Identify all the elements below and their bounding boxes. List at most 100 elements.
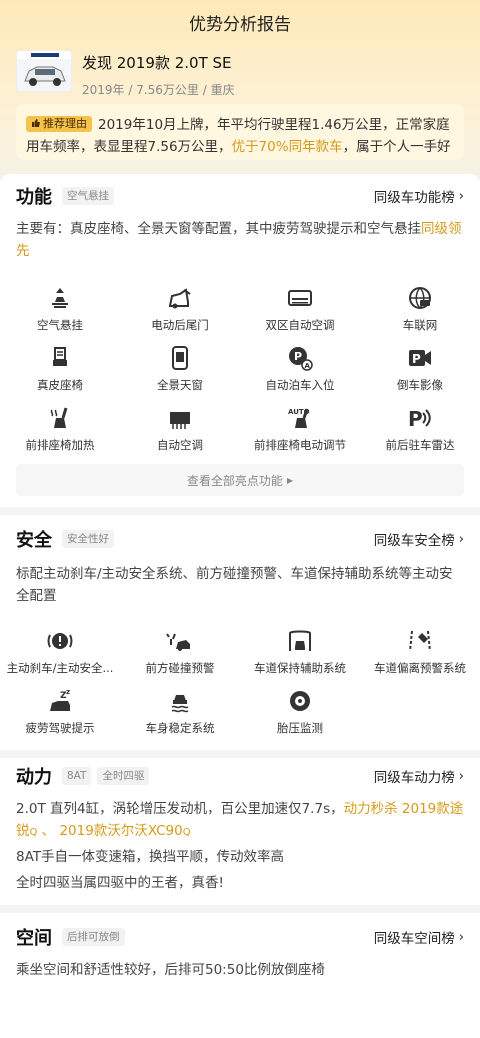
page-title: 优势分析报告 — [189, 14, 291, 35]
function-tag: 空气悬挂 — [62, 187, 114, 205]
view-all-label: 查看全部亮点功能 — [186, 473, 283, 488]
feature-item[interactable]: 前方碰撞预警 — [120, 627, 240, 687]
function-rank-link[interactable]: 同级车功能榜 › — [374, 186, 464, 207]
feature-label: 车联网 — [402, 318, 438, 332]
feature-item[interactable]: 车联网 — [360, 284, 480, 344]
feature-item[interactable]: AUTO 前排座椅电动调节 — [240, 404, 360, 464]
power-seat-icon: AUTO — [288, 408, 310, 428]
space-title: 空间 — [16, 928, 52, 949]
feature-label: 前方碰撞预警 — [145, 661, 215, 675]
feature-label: 双区自动空调 — [265, 318, 335, 332]
feature-label: 全景天窗 — [157, 378, 203, 392]
safety-tag: 安全性好 — [62, 530, 114, 548]
function-card: 功能 空气悬挂 同级车功能榜 › 主要有：真皮座椅、全景天窗等配置，其中疲劳驾驶… — [0, 174, 480, 507]
car-summary[interactable]: 发现 2019款 2.0T SE 2019年 / 7.56万公里 / 重庆 — [16, 50, 464, 100]
space-rank-link[interactable]: 同级车空间榜 › — [374, 927, 464, 948]
power-header: 动力 8AT 全时四驱 同级车动力榜 › — [16, 762, 464, 790]
reverse-camera-icon: P — [409, 350, 431, 366]
dual-zone-ac-icon — [288, 290, 312, 306]
compare-link-xc90-label: 2019款沃尔沃XC90 — [59, 823, 183, 839]
compare-link-xc90[interactable]: 2019款沃尔沃XC90Q — [59, 823, 190, 839]
space-desc: 乘坐空间和舒适性较好，后排可50:50比例放倒座椅 — [16, 962, 325, 978]
compare-separator: 、 — [41, 823, 56, 839]
car-meta: 2019年 / 7.56万公里 / 重庆 — [82, 83, 235, 97]
function-grid: 空气悬挂电动后尾门 双区自动空调 车联网真皮座椅 全景天窗 P A 自动泊车入位 P 倒车影像前… — [0, 284, 480, 464]
chevron-right-icon: › — [458, 188, 464, 204]
feature-label: 疲劳驾驶提示 — [25, 721, 95, 735]
seat-heating-icon — [50, 407, 68, 428]
feature-item[interactable]: 自动空调 — [120, 404, 240, 464]
function-title: 功能 — [16, 187, 52, 208]
feature-label: 车道保持辅助系统 — [254, 661, 346, 675]
feature-item[interactable]: Zz 疲劳驾驶提示 — [0, 687, 120, 747]
feature-label: 倒车影像 — [397, 378, 443, 392]
feature-item[interactable]: P 前后驻车雷达 — [360, 404, 480, 464]
collision-warning-icon — [166, 633, 190, 651]
chevron-right-icon: › — [458, 531, 464, 547]
power-title: 动力 — [16, 767, 52, 788]
view-all-features-button[interactable]: 查看全部亮点功能 ▶ — [16, 464, 464, 496]
power-highlight: 动力秒杀 — [343, 801, 398, 817]
search-icon: Q — [182, 827, 191, 838]
safety-grid: 主动刹车/主动安全... 前方碰撞预警 车道保持辅助系统 车道偏离预警系统 Zz 疲劳驾驶… — [0, 627, 480, 747]
fatigue-alert-icon: Zz — [50, 688, 70, 711]
feature-label: 胎压监测 — [277, 721, 323, 735]
svg-text:P: P — [294, 350, 302, 363]
feature-label: 真皮座椅 — [37, 378, 83, 392]
feature-item[interactable]: P 倒车影像 — [360, 344, 480, 404]
connected-car-icon — [409, 287, 431, 309]
feature-item[interactable]: 车道保持辅助系统 — [240, 627, 360, 687]
feature-item[interactable]: 真皮座椅 — [0, 344, 120, 404]
power-rank-label: 同级车动力榜 — [373, 770, 455, 786]
recommend-tag-label: 推荐理由 — [43, 117, 87, 130]
feature-item[interactable]: 双区自动空调 — [240, 284, 360, 344]
feature-label: 前后驻车雷达 — [385, 438, 455, 452]
power-line-2: 8AT手自一体变速箱，换挡平顺，传动效率高 — [16, 849, 285, 865]
feature-item[interactable]: 车道偏离预警系统 — [360, 627, 480, 687]
power-line-1: 2.0T 直列4缸，涡轮增压发动机，百公里加速仅7.7s，动力秒杀 2019款途… — [16, 798, 464, 844]
svg-text:AUTO: AUTO — [288, 408, 310, 416]
stability-control-icon — [171, 695, 189, 713]
power-tag-drive: 全时四驱 — [97, 767, 150, 785]
function-header: 功能 空气悬挂 同级车功能榜 › — [16, 182, 464, 210]
feature-label: 电动后尾门 — [151, 318, 209, 332]
car-thumbnail — [16, 50, 72, 92]
feature-label: 前排座椅电动调节 — [254, 438, 346, 452]
auto-parking-icon: PA — [289, 347, 313, 371]
search-icon: Q — [29, 827, 38, 838]
feature-item[interactable]: 胎压监测 — [240, 687, 360, 747]
safety-header: 安全 安全性好 同级车安全榜 › — [16, 525, 464, 553]
lane-keep-icon — [289, 630, 311, 651]
power-line1-text: 2.0T 直列4缸，涡轮增压发动机，百公里加速仅7.7s， — [16, 801, 344, 817]
active-brake-icon — [47, 633, 73, 649]
triangle-right-icon: ▶ — [286, 475, 294, 485]
recommend-reason: 推荐理由 2019年10月上牌，年平均行驶里程1.46万公里，正常家庭用车频率，… — [16, 104, 464, 160]
feature-item[interactable]: 电动后尾门 — [120, 284, 240, 344]
safety-rank-link[interactable]: 同级车安全榜 › — [373, 529, 464, 550]
chevron-right-icon: › — [458, 768, 464, 784]
chevron-right-icon: › — [458, 929, 464, 945]
feature-item[interactable]: P A 自动泊车入位 — [240, 344, 360, 404]
tire-pressure-icon — [290, 691, 310, 711]
feature-item[interactable]: 主动刹车/主动安全... — [0, 627, 120, 687]
recommend-tag: 推荐理由 — [26, 116, 92, 132]
leather-seat-icon — [53, 347, 67, 366]
feature-item[interactable]: 前排座椅加热 — [0, 404, 120, 464]
power-rank-link[interactable]: 同级车动力榜 › — [373, 766, 464, 787]
function-desc-text: 主要有：真皮座椅、全景天窗等配置，其中疲劳驾驶提示和空气悬挂 — [16, 221, 421, 237]
reason-highlight: 优于70%同年款车 — [231, 139, 343, 155]
power-card: 动力 8AT 全时四驱 同级车动力榜 › 2.0T 直列4缸，涡轮增压发动机，百… — [0, 758, 480, 905]
air-suspension-icon — [52, 288, 68, 308]
feature-item[interactable]: 空气悬挂 — [0, 284, 120, 344]
power-tailgate-icon — [168, 288, 191, 309]
auto-ac-icon — [170, 412, 190, 429]
space-tag: 后排可放倒 — [62, 928, 125, 946]
feature-label: 前排座椅加热 — [25, 438, 95, 452]
feature-label: 自动空调 — [157, 438, 203, 452]
safety-rank-label: 同级车安全榜 — [373, 533, 455, 549]
feature-label: 自动泊车入位 — [265, 378, 335, 392]
function-desc: 主要有：真皮座椅、全景天窗等配置，其中疲劳驾驶提示和空气悬挂同级领先 — [16, 218, 464, 262]
safety-desc: 标配主动刹车/主动安全系统、前方碰撞预警、车道保持辅助系统等主动安全配置 — [16, 566, 453, 604]
feature-item[interactable]: 车身稳定系统 — [120, 687, 240, 747]
feature-item[interactable]: 全景天窗 — [120, 344, 240, 404]
